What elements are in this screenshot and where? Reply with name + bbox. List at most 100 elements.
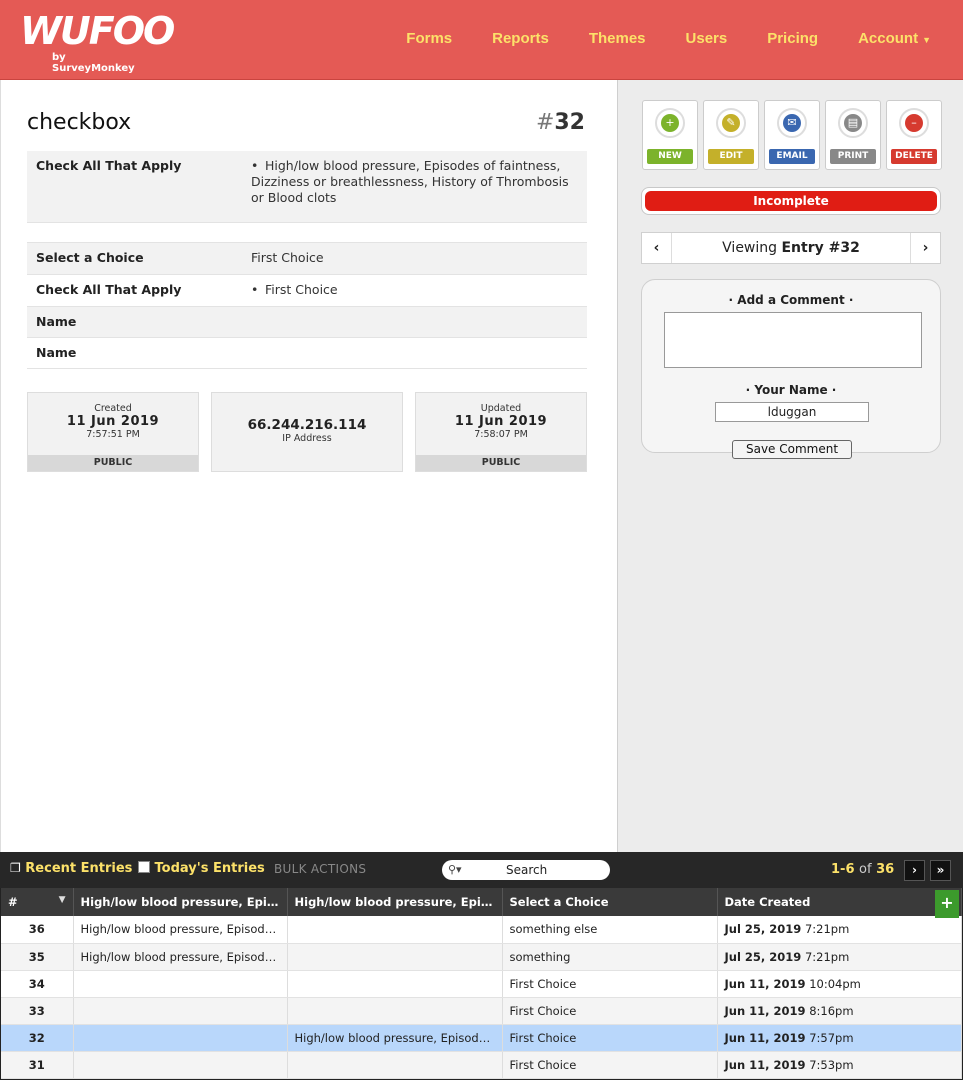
field-value (242, 337, 587, 369)
cell-number: 31 (1, 1051, 74, 1079)
next-page-button[interactable]: › (904, 860, 925, 881)
field-label: Select a Choice (27, 242, 242, 275)
edit-button[interactable]: ✎ EDIT (703, 100, 759, 170)
created-date: 11 Jun 2019 (66, 414, 160, 429)
delete-button[interactable]: – DELETE (886, 100, 942, 170)
bulk-actions-button[interactable]: BULK ACTIONS (274, 862, 366, 876)
cell-date: Jul 25, 2019 (724, 949, 802, 964)
logo-text: WUFOO (20, 9, 175, 53)
entry-status[interactable]: Incomplete (641, 187, 941, 215)
cell-date: Jun 11, 2019 (724, 976, 806, 991)
table-row[interactable]: 35 High/low blood pressure, Episode... s… (1, 943, 962, 971)
cell-number: 34 (1, 970, 74, 998)
cell-time: 7:53pm (809, 1057, 854, 1072)
edit-pencil-icon: ✎ (716, 108, 746, 138)
column-header-field-1[interactable]: High/low blood pressure, Episo... (73, 888, 288, 916)
comment-panel: · Add a Comment · · Your Name · lduggan … (641, 279, 941, 459)
cell-date-created: Jul 25, 2019 7:21pm (717, 916, 962, 944)
email-button-label: EMAIL (769, 149, 815, 164)
documents-icon: ❐ (10, 861, 21, 875)
main-nav: Forms Reports Themes Users Pricing Accou… (366, 30, 931, 47)
next-entry-button[interactable]: › (910, 233, 940, 263)
entry-number-value: 32 (554, 110, 585, 135)
nav-themes[interactable]: Themes (589, 30, 646, 47)
viewing-entry-number: Entry #32 (781, 240, 860, 256)
cell-field-2 (287, 943, 503, 971)
todays-entries-label: Today's Entries (154, 861, 265, 876)
entries-table: # ▼ High/low blood pressure, Episo... Hig… (1, 888, 962, 1079)
column-header-date-created[interactable]: Date Created (717, 888, 962, 916)
previous-entry-button[interactable]: ‹ (642, 233, 672, 263)
search-input[interactable]: ⚲▾ Search (442, 860, 610, 880)
cell-number: 36 (1, 916, 74, 944)
entry-hash: # (535, 110, 555, 135)
table-row[interactable]: 34 First Choice Jun 11, 2019 10:04pm (1, 970, 962, 998)
cell-field-1 (73, 997, 288, 1025)
cell-select-choice: First Choice (502, 970, 718, 998)
field-value-text: High/low blood pressure, Episodes of fai… (251, 158, 569, 205)
cell-field-1 (73, 970, 288, 998)
column-header-number[interactable]: # ▼ (1, 888, 74, 916)
entry-detail: checkbox #32 Check All That Apply • High/… (0, 80, 617, 852)
cell-select-choice: something (502, 943, 718, 971)
field-value: • First Choice (242, 274, 587, 307)
status-label: Incomplete (645, 191, 937, 211)
entries-count: 1-6 of 36 (831, 862, 894, 877)
updated-date: 11 Jun 2019 (454, 414, 548, 429)
comment-textarea[interactable] (664, 312, 922, 368)
new-document-icon: + (655, 108, 685, 138)
cell-field-1: High/low blood pressure, Episode... (73, 943, 288, 971)
field-label: Check All That Apply (27, 151, 242, 223)
wufoo-logo[interactable]: WUFOO by SurveyMonkey (20, 9, 175, 74)
cell-field-2 (287, 997, 503, 1025)
new-button[interactable]: + NEW (642, 100, 698, 170)
nav-account[interactable]: Account ▼ (858, 30, 931, 47)
name-input[interactable]: lduggan (715, 402, 869, 422)
table-row[interactable]: 36 High/low blood pressure, Episode... s… (1, 916, 962, 944)
cell-time: 8:16pm (809, 1003, 854, 1018)
updated-time: 7:58:07 PM (474, 429, 528, 440)
nav-users[interactable]: Users (686, 30, 728, 47)
field-value: • High/low blood pressure, Episodes of fa… (242, 151, 587, 223)
cell-time: 7:57pm (809, 1030, 854, 1045)
delete-button-label: DELETE (891, 149, 937, 164)
column-header-number-label: # (8, 895, 18, 909)
entry-number: #32 (536, 110, 585, 135)
delete-document-icon: – (899, 108, 929, 138)
print-button[interactable]: ▤ PRINT (825, 100, 881, 170)
field-value (242, 306, 587, 338)
printer-icon: ▤ (838, 108, 868, 138)
add-column-button[interactable]: + (935, 890, 959, 918)
table-row-selected[interactable]: 32 High/low blood pressure, Episodes... … (1, 1024, 962, 1052)
nav-forms[interactable]: Forms (406, 30, 452, 47)
nav-pricing[interactable]: Pricing (767, 30, 818, 47)
search-placeholder: Search (506, 863, 548, 877)
recent-entries-label: Recent Entries (25, 861, 133, 876)
cell-date-created: Jun 11, 2019 7:57pm (717, 1024, 962, 1052)
field-row: Name (27, 337, 587, 369)
form-title: checkbox (27, 110, 132, 135)
add-comment-text: Add a Comment (737, 293, 845, 307)
cell-number: 32 (1, 1024, 74, 1052)
caret-down-icon: ▼ (922, 35, 931, 45)
new-button-label: NEW (647, 149, 693, 164)
cell-field-1: High/low blood pressure, Episode... (73, 916, 288, 944)
todays-entries-tab[interactable]: Today's Entries (138, 861, 265, 876)
column-header-field-2[interactable]: High/low blood pressure, Episo... (287, 888, 503, 916)
checkbox-icon[interactable] (138, 861, 150, 873)
updated-label: Updated (480, 403, 522, 414)
cell-field-2: High/low blood pressure, Episodes... (287, 1024, 503, 1052)
edit-button-label: EDIT (708, 149, 754, 164)
entry-pager: ‹ Viewing Entry #32 › (641, 232, 941, 264)
table-row[interactable]: 33 First Choice Jun 11, 2019 8:16pm (1, 997, 962, 1025)
cell-date-created: Jun 11, 2019 7:53pm (717, 1051, 962, 1079)
recent-entries-tab[interactable]: ❐ Recent Entries (10, 861, 132, 876)
table-row[interactable]: 31 First Choice Jun 11, 2019 7:53pm (1, 1051, 962, 1079)
save-comment-button[interactable]: Save Comment (732, 440, 852, 459)
email-button[interactable]: ✉ EMAIL (764, 100, 820, 170)
cell-date-created: Jun 11, 2019 8:16pm (717, 997, 962, 1025)
last-page-button[interactable]: » (930, 860, 951, 881)
cell-select-choice: First Choice (502, 1051, 718, 1079)
nav-reports[interactable]: Reports (492, 30, 549, 47)
column-header-select-choice[interactable]: Select a Choice (502, 888, 718, 916)
